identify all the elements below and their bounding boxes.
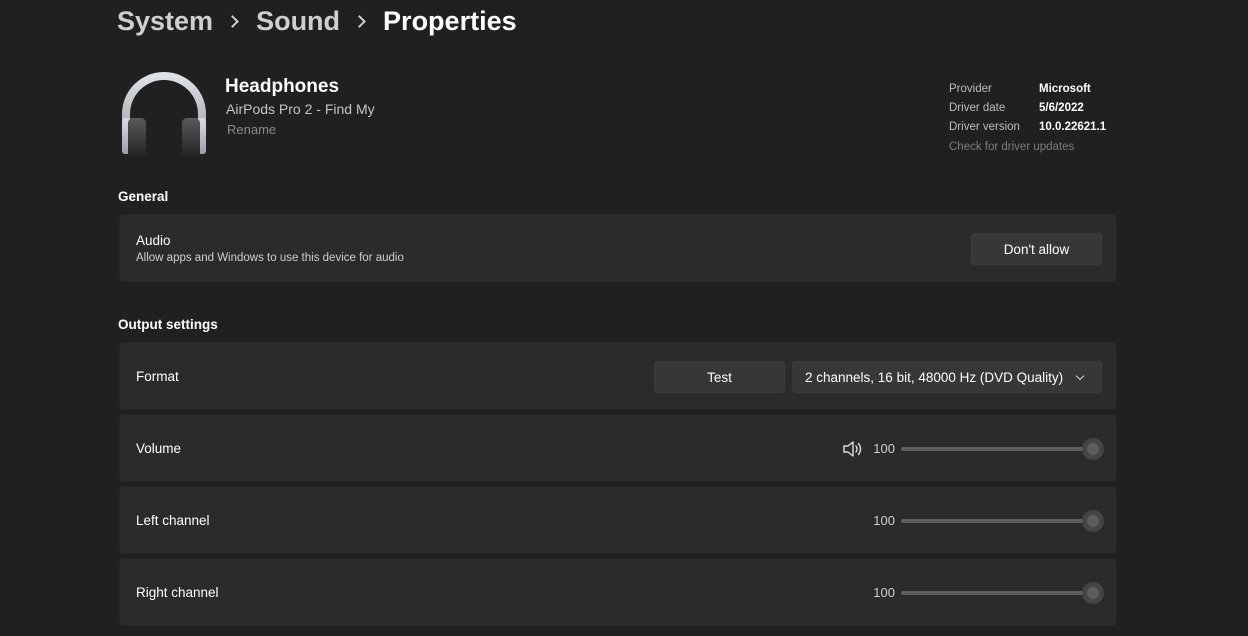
right-channel-card: Right channel 100 [119, 558, 1117, 626]
driver-version-row: Driver version 10.0.22621.1 [949, 118, 1106, 137]
dont-allow-button[interactable]: Don't allow [971, 233, 1102, 265]
right-channel-slider[interactable] [901, 582, 1104, 604]
device-name: Headphones [225, 76, 340, 97]
audio-description: Allow apps and Windows to use this devic… [136, 252, 404, 264]
test-button[interactable]: Test [654, 361, 785, 393]
left-channel-slider-fill [901, 519, 1093, 523]
breadcrumb-system[interactable]: System [117, 6, 213, 37]
volume-slider[interactable] [901, 438, 1104, 460]
output-section-title: Output settings [118, 317, 218, 332]
driver-provider-label: Provider [949, 82, 992, 95]
driver-version-label: Driver version [949, 121, 1020, 134]
left-channel-label: Left channel [136, 513, 210, 528]
volume-value: 100 [873, 441, 895, 456]
driver-provider-row: Provider Microsoft [949, 79, 1106, 98]
right-channel-slider-thumb[interactable] [1082, 582, 1104, 604]
breadcrumb-properties: Properties [383, 5, 517, 36]
chevron-down-icon [1075, 371, 1085, 381]
chevron-right-icon [226, 14, 239, 28]
format-dropdown[interactable]: 2 channels, 16 bit, 48000 Hz (DVD Qualit… [792, 361, 1102, 393]
right-channel-label: Right channel [136, 585, 219, 600]
speaker-icon[interactable] [842, 440, 864, 458]
audio-card: Audio Allow apps and Windows to use this… [119, 214, 1117, 282]
driver-date-label: Driver date [949, 101, 1006, 114]
driver-date-row: Driver date 5/6/2022 [949, 98, 1106, 117]
format-label: Format [136, 369, 179, 384]
right-channel-value: 100 [873, 585, 895, 600]
right-channel-slider-fill [901, 591, 1093, 595]
check-driver-updates-link[interactable]: Check for driver updates [949, 138, 1106, 157]
driver-version-value: 10.0.22621.1 [1039, 121, 1107, 134]
volume-label: Volume [136, 441, 182, 456]
left-channel-slider[interactable] [901, 510, 1104, 532]
general-section-title: General [118, 189, 169, 204]
left-channel-card: Left channel 100 [119, 486, 1117, 554]
headphones-icon [122, 72, 206, 160]
format-selected-value: 2 channels, 16 bit, 48000 Hz (DVD Qualit… [805, 369, 1064, 385]
device-model: AirPods Pro 2 - Find My [226, 101, 375, 117]
driver-date-value: 5/6/2022 [1039, 101, 1084, 114]
driver-provider-value: Microsoft [1039, 82, 1091, 95]
rename-link[interactable]: Rename [227, 122, 276, 137]
format-card: Format Test 2 channels, 16 bit, 48000 Hz… [119, 342, 1117, 410]
volume-slider-thumb[interactable] [1082, 438, 1104, 460]
driver-info: Provider Microsoft Driver date 5/6/2022 … [949, 79, 1106, 157]
left-channel-slider-thumb[interactable] [1082, 510, 1104, 532]
volume-slider-fill [901, 447, 1093, 451]
breadcrumb: System Sound Properties [117, 2, 517, 40]
left-channel-value: 100 [873, 513, 895, 528]
breadcrumb-sound[interactable]: Sound [256, 6, 340, 37]
volume-card: Volume 100 [119, 414, 1117, 482]
chevron-right-icon [353, 14, 366, 28]
audio-label: Audio [136, 233, 171, 248]
sound-properties-page: System Sound Properties Headphones AirPo… [0, 0, 1248, 636]
